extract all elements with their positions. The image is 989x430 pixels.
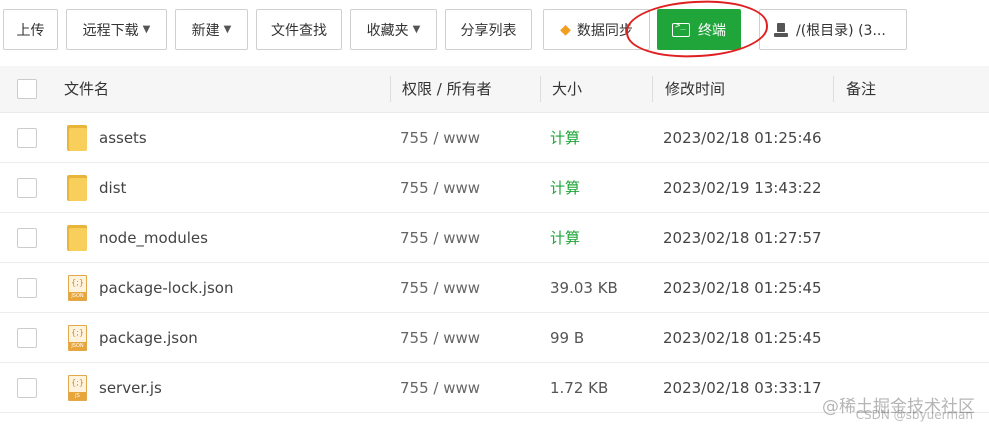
header-modified[interactable]: 修改时间 <box>665 66 725 113</box>
upload-label: 上传 <box>16 22 45 39</box>
file-size: 39.03 KB <box>550 279 618 297</box>
column-divider <box>833 76 834 102</box>
remote-download-button[interactable]: 远程下载 ▼ <box>66 9 167 50</box>
terminal-icon <box>672 21 690 37</box>
file-modified: 2023/02/19 13:43:22 <box>663 179 822 197</box>
new-label: 新建 <box>191 22 220 39</box>
header-remark: 备注 <box>846 80 877 98</box>
file-permission[interactable]: 755 / www <box>400 113 480 163</box>
terminal-button[interactable]: 终端 <box>657 9 741 50</box>
table-header: 文件名 权限 / 所有者 大小 修改时间 备注 <box>0 66 989 113</box>
table-row[interactable]: {;} JSON package.json 755 / www 99 B 202… <box>0 313 989 363</box>
file-permission[interactable]: 755 / www <box>400 213 480 263</box>
disk-icon <box>774 22 788 37</box>
path-selector[interactable]: /(根目录) (3... <box>759 9 907 50</box>
file-table: 文件名 权限 / 所有者 大小 修改时间 备注 assets 755 / www… <box>0 66 989 413</box>
file-search-button[interactable]: 文件查找 <box>256 9 342 50</box>
row-checkbox[interactable] <box>17 328 37 348</box>
file-modified: 2023/02/18 03:33:17 <box>663 379 822 397</box>
json-file-icon: {;} JSON <box>68 275 87 301</box>
row-checkbox[interactable] <box>17 278 37 298</box>
row-checkbox[interactable] <box>17 128 37 148</box>
size-calc-link[interactable]: 计算 <box>550 113 580 163</box>
column-divider <box>540 76 541 102</box>
file-modified: 2023/02/18 01:25:45 <box>663 279 822 297</box>
size-calc-link[interactable]: 计算 <box>550 213 580 263</box>
table-row[interactable]: assets 755 / www 计算 2023/02/18 01:25:46 <box>0 113 989 163</box>
file-name[interactable]: package-lock.json <box>99 263 233 313</box>
file-permission[interactable]: 755 / www <box>400 163 480 213</box>
file-modified: 2023/02/18 01:27:57 <box>663 229 822 247</box>
select-all-checkbox[interactable] <box>17 79 37 99</box>
file-modified: 2023/02/18 01:25:45 <box>663 329 822 347</box>
file-modified: 2023/02/18 01:25:46 <box>663 129 822 147</box>
table-row[interactable]: {;} JSON package-lock.json 755 / www 39.… <box>0 263 989 313</box>
js-file-icon: {;} JS <box>68 375 87 401</box>
favorites-button[interactable]: 收藏夹 ▼ <box>350 9 437 50</box>
file-name[interactable]: node_modules <box>99 213 208 263</box>
upload-button[interactable]: 上传 <box>3 9 58 50</box>
file-name[interactable]: assets <box>99 113 147 163</box>
folder-icon <box>67 175 87 201</box>
chevron-down-icon: ▼ <box>223 24 232 35</box>
column-divider <box>390 76 391 102</box>
gem-icon: ◆ <box>560 21 571 38</box>
row-checkbox[interactable] <box>17 228 37 248</box>
file-permission[interactable]: 755 / www <box>400 313 480 363</box>
file-name[interactable]: dist <box>99 163 126 213</box>
data-sync-button[interactable]: ◆ 数据同步 <box>543 9 650 50</box>
chevron-down-icon: ▼ <box>412 24 421 35</box>
data-sync-label: 数据同步 <box>576 22 633 39</box>
file-search-label: 文件查找 <box>271 22 327 39</box>
path-label: /(根目录) (3... <box>796 22 886 39</box>
table-row[interactable]: node_modules 755 / www 计算 2023/02/18 01:… <box>0 213 989 263</box>
share-list-button[interactable]: 分享列表 <box>445 9 532 50</box>
file-permission[interactable]: 755 / www <box>400 263 480 313</box>
toolbar: 上传 远程下载 ▼ 新建 ▼ 文件查找 收藏夹 ▼ 分享列表 ◆ 数据同步 终端… <box>0 0 989 61</box>
folder-icon <box>67 225 87 251</box>
row-checkbox[interactable] <box>17 378 37 398</box>
share-list-label: 分享列表 <box>460 22 517 39</box>
new-button[interactable]: 新建 ▼ <box>175 9 248 50</box>
file-permission[interactable]: 755 / www <box>400 363 480 413</box>
file-name[interactable]: server.js <box>99 363 162 413</box>
chevron-down-icon: ▼ <box>142 24 151 35</box>
remote-download-label: 远程下载 <box>82 22 139 39</box>
json-file-icon: {;} JSON <box>68 325 87 351</box>
watermark-sub: CSDN @sbyuerman <box>855 408 973 422</box>
header-size[interactable]: 大小 <box>552 66 582 113</box>
terminal-label: 终端 <box>698 22 726 39</box>
file-size: 99 B <box>550 329 585 347</box>
header-name[interactable]: 文件名 <box>64 66 109 113</box>
folder-icon <box>67 125 87 151</box>
size-calc-link[interactable]: 计算 <box>550 163 580 213</box>
column-divider <box>652 76 653 102</box>
favorites-label: 收藏夹 <box>366 22 409 39</box>
table-row[interactable]: dist 755 / www 计算 2023/02/19 13:43:22 <box>0 163 989 213</box>
file-name[interactable]: package.json <box>99 313 198 363</box>
header-permission[interactable]: 权限 / 所有者 <box>402 66 492 113</box>
row-checkbox[interactable] <box>17 178 37 198</box>
file-size: 1.72 KB <box>550 379 609 397</box>
